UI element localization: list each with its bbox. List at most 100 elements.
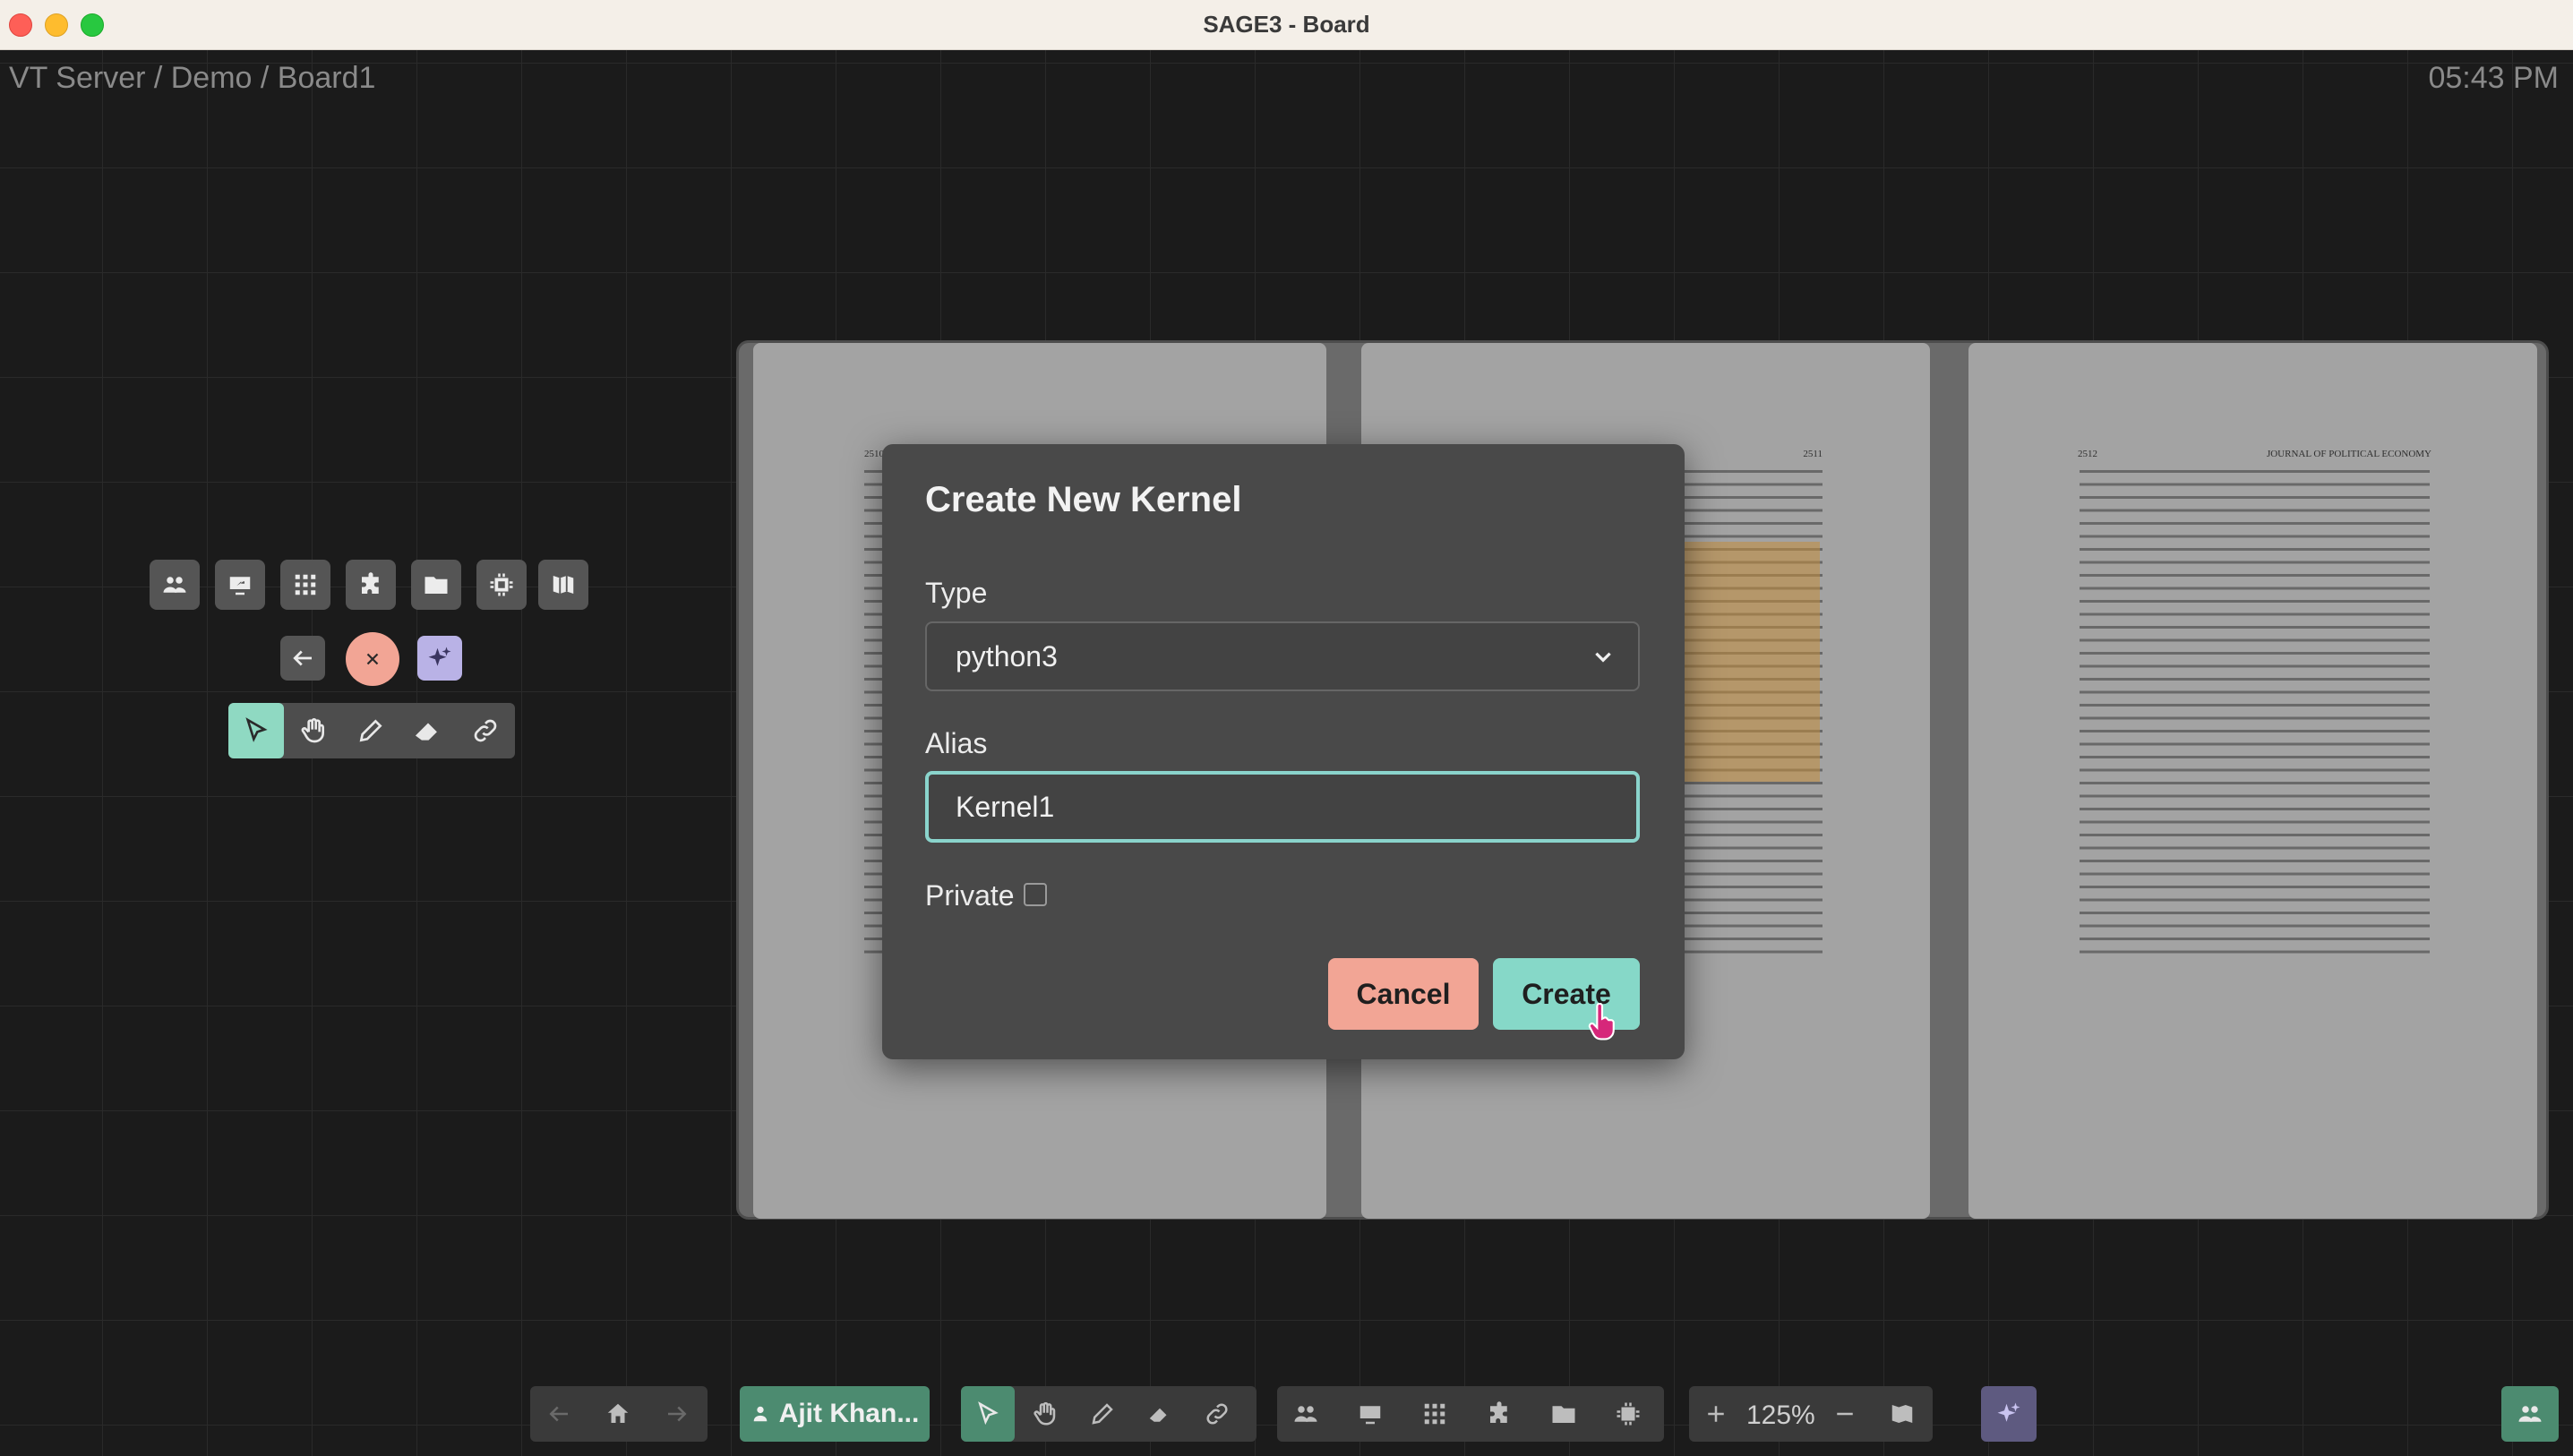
navigation-group [530, 1386, 708, 1442]
bottom-ai-button[interactable] [1981, 1386, 2037, 1442]
cancel-button[interactable]: Cancel [1328, 958, 1479, 1030]
breadcrumb: VT Server / Demo / Board1 [9, 61, 376, 95]
link-icon [474, 719, 497, 742]
bottom-files-button[interactable] [1537, 1386, 1591, 1442]
grid-icon [295, 574, 316, 595]
type-select[interactable]: python3 [925, 621, 1640, 691]
back-button[interactable] [280, 636, 325, 681]
users-icon [163, 577, 186, 593]
zoom-out-button[interactable] [1818, 1386, 1872, 1442]
chip-icon [1617, 1402, 1640, 1426]
minus-icon [1837, 1412, 1853, 1416]
pen-tool[interactable] [343, 703, 399, 758]
create-kernel-dialog: Create New Kernel Type python3 Alias Pri… [882, 444, 1685, 1059]
pointer-tool[interactable] [228, 703, 284, 758]
eraser-tool[interactable] [400, 703, 456, 758]
sparkles-icon [1997, 1402, 2020, 1422]
pointer-icon [978, 1401, 999, 1426]
folder-icon [1552, 1406, 1575, 1423]
pan-tool[interactable] [286, 703, 341, 758]
user-menu-button[interactable]: Ajit Khan... [740, 1386, 930, 1442]
user-name: Ajit Khan... [778, 1399, 920, 1428]
screenshare-icon [1359, 1406, 1381, 1425]
pdf-page-3: 2512 JOURNAL OF POLITICAL ECONOMY [1968, 343, 2537, 1219]
arrow-left-icon [549, 1406, 568, 1422]
apps-grid-button[interactable] [280, 560, 330, 610]
bottom-plugins-button[interactable] [1472, 1386, 1526, 1442]
minimap-button[interactable] [538, 560, 588, 610]
bottom-screenshare-button[interactable] [1343, 1386, 1397, 1442]
users-button[interactable] [150, 560, 200, 610]
alias-input[interactable] [925, 771, 1640, 843]
hand-pointer-cursor-icon [1588, 1003, 1615, 1041]
bottom-pen-tool[interactable] [1076, 1386, 1129, 1442]
link-tool[interactable] [458, 703, 513, 758]
bottom-kernels-button[interactable] [1601, 1386, 1655, 1442]
presence-button[interactable] [2501, 1386, 2559, 1442]
sparkles-icon [428, 647, 451, 666]
person-icon [753, 1406, 767, 1422]
page-number: 2512 [2078, 449, 2097, 459]
page-number: 2510 [864, 449, 884, 459]
bottom-eraser-tool[interactable] [1133, 1386, 1187, 1442]
arrow-left-icon [293, 650, 312, 666]
users-icon [1294, 1406, 1317, 1422]
clock: 05:43 PM [2428, 61, 2559, 95]
chevron-down-icon [1595, 652, 1611, 663]
bottom-pointer-tool[interactable] [961, 1386, 1015, 1442]
chip-icon [490, 573, 513, 596]
map-icon [553, 576, 574, 594]
screenshare-button[interactable] [215, 560, 265, 610]
bottom-apps-grid-button[interactable] [1408, 1386, 1462, 1442]
private-label: Private [925, 879, 1015, 912]
bottom-users-button[interactable] [1279, 1386, 1333, 1442]
zoom-group: 125% [1689, 1386, 1933, 1442]
nav-forward-button[interactable] [650, 1386, 704, 1442]
bottom-pan-tool[interactable] [1018, 1386, 1072, 1442]
folder-icon [425, 577, 448, 594]
zoom-in-button[interactable] [1689, 1386, 1743, 1442]
bottom-link-tool[interactable] [1190, 1386, 1244, 1442]
plugins-button[interactable] [346, 560, 396, 610]
presence-icon-wrap [2503, 1386, 2557, 1442]
files-button[interactable] [411, 560, 461, 610]
grid-icon [1424, 1403, 1445, 1425]
eraser-icon [415, 723, 437, 741]
private-checkbox[interactable] [1024, 883, 1047, 906]
map-icon [1891, 1405, 1913, 1423]
create-button[interactable]: Create [1493, 958, 1640, 1030]
text-highlight [1684, 542, 1820, 782]
puzzle-icon [362, 572, 379, 594]
window-title: SAGE3 - Board [1203, 11, 1370, 38]
plus-icon [1708, 1406, 1724, 1422]
screenshare-icon [229, 577, 251, 595]
eraser-icon [1149, 1408, 1167, 1422]
bottom-apps-group [1277, 1386, 1664, 1442]
type-select-value: python3 [956, 640, 1058, 672]
users-icon [2518, 1406, 2542, 1422]
close-icon [366, 653, 379, 665]
arrow-right-icon [668, 1406, 687, 1422]
home-button[interactable] [591, 1386, 645, 1442]
kernels-button[interactable] [476, 560, 527, 610]
bottom-minimap-button[interactable] [1875, 1386, 1929, 1442]
hand-icon [301, 718, 324, 743]
hand-icon [1033, 1401, 1056, 1426]
alias-label: Alias [925, 727, 988, 759]
running-header: JOURNAL OF POLITICAL ECONOMY [2266, 449, 2431, 459]
window-titlebar: SAGE3 - Board [0, 0, 2573, 50]
pointer-icon [245, 717, 268, 742]
ai-button[interactable] [417, 636, 462, 681]
bottom-tool-group [961, 1386, 1256, 1442]
pen-icon [359, 719, 382, 742]
tool-group [228, 703, 515, 758]
pen-icon [1092, 1403, 1113, 1425]
page-text-lines [2080, 470, 2430, 954]
close-menu-button[interactable] [346, 632, 399, 686]
page-number: 2511 [1803, 449, 1823, 459]
nav-back-button[interactable] [532, 1386, 586, 1442]
puzzle-icon [1490, 1401, 1507, 1423]
zoom-level: 125% [1746, 1400, 1815, 1430]
link-icon [1206, 1403, 1228, 1425]
bottom-ai-icon-wrap [1982, 1386, 2036, 1442]
